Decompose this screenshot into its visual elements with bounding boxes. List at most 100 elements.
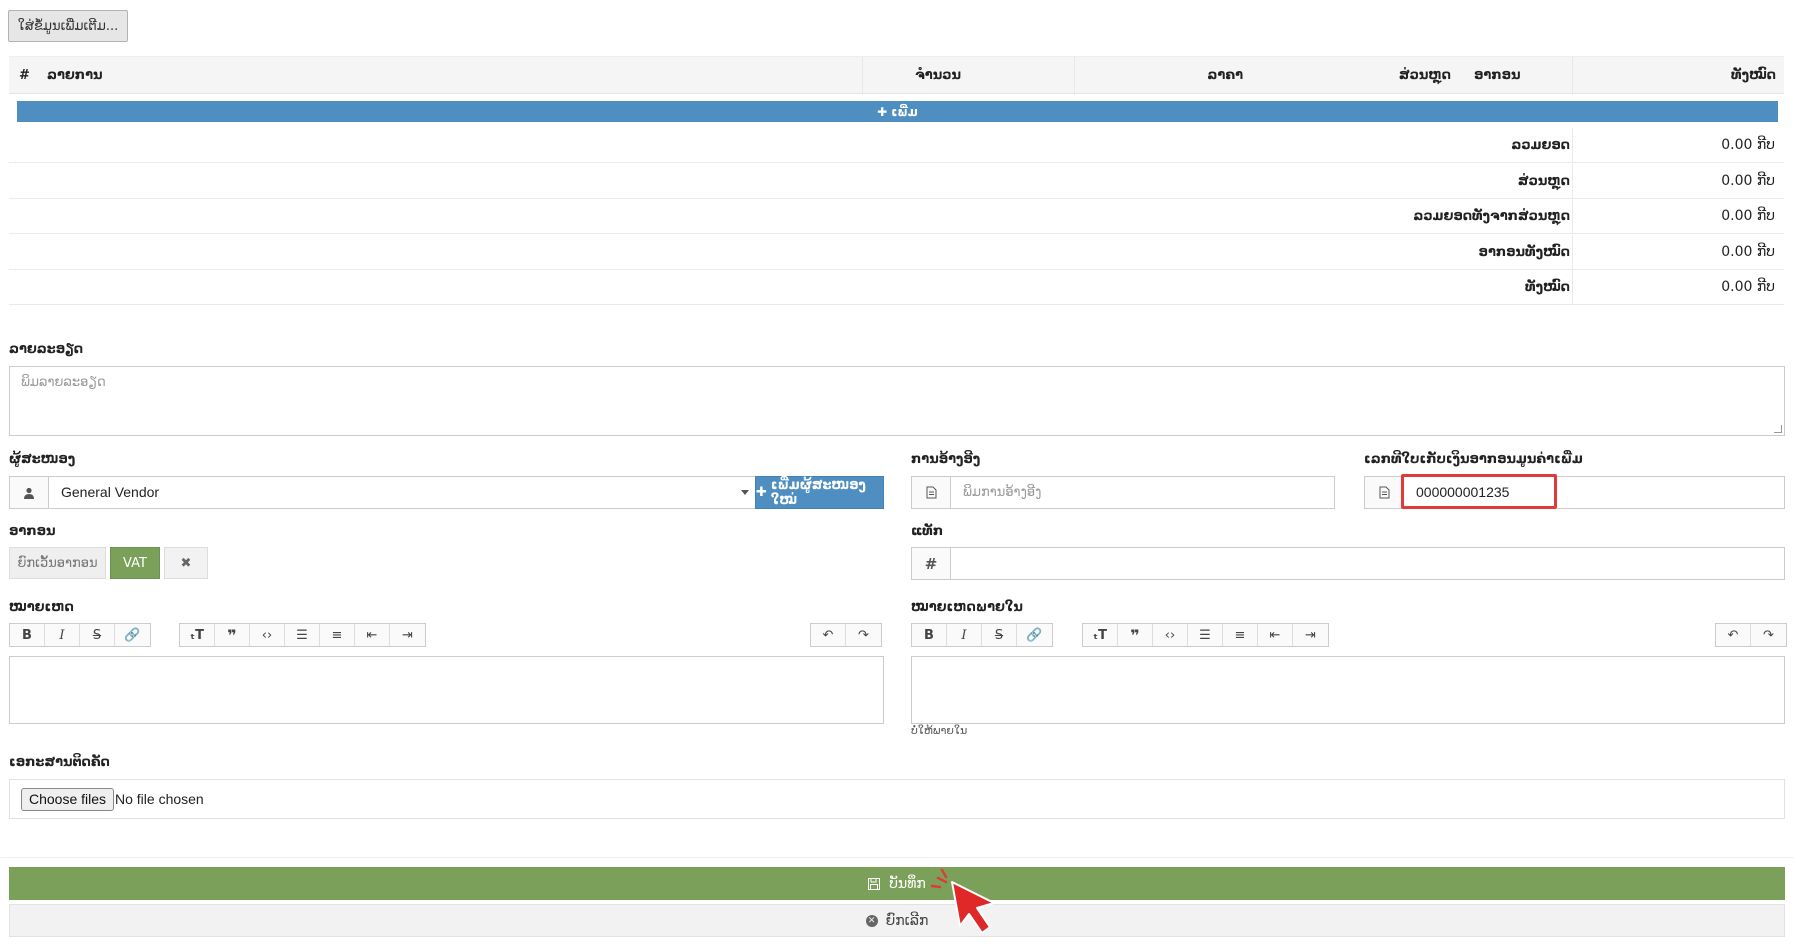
undo-icon[interactable]: ↶ bbox=[1716, 624, 1751, 646]
notes-label: ໝາຍເຫດ bbox=[9, 600, 74, 615]
description-placeholder: ພິມລາຍລະອຽດ bbox=[21, 375, 106, 390]
bullet-list-icon[interactable]: ☰ bbox=[1188, 624, 1223, 646]
clear-tax-button[interactable]: ✖ bbox=[164, 547, 208, 579]
description-label: ລາຍລະອຽດ bbox=[9, 342, 84, 357]
bullet-list-icon[interactable]: ☰ bbox=[285, 624, 320, 646]
strikethrough-icon[interactable]: S bbox=[982, 624, 1017, 646]
choose-files-button[interactable]: Choose files bbox=[21, 788, 115, 811]
redo-icon[interactable]: ↷ bbox=[1751, 624, 1786, 646]
internal-notes-label: ໝາຍເຫດພາຍໃນ bbox=[911, 600, 1023, 615]
add-vendor-label: ເພີ່ມຜູ້ສະໜອງໃໝ່ bbox=[770, 477, 866, 508]
discount-label: ສ່ວນຫຼຸດ bbox=[1517, 174, 1570, 189]
col-number: # bbox=[19, 68, 30, 83]
tax-label: ອາກອນ bbox=[9, 524, 56, 539]
after-discount-value: 0.00 ກີບ bbox=[1721, 208, 1775, 224]
totals-row-discount: ສ່ວນຫຼຸດ 0.00 ກີບ bbox=[9, 164, 1784, 199]
internal-notes-toolbar-blocks: ₜT ❞ ‹› ☰ ≡ ⇤ ⇥ bbox=[1082, 623, 1329, 647]
strikethrough-icon[interactable]: S bbox=[80, 624, 115, 646]
divider bbox=[0, 857, 1794, 858]
totals-row-after-discount: ລວມຍອດທັງຈາກສ່ວນຫຼຸດ 0.00 ກີບ bbox=[9, 199, 1784, 234]
heading-icon[interactable]: ₜT bbox=[1083, 624, 1118, 646]
internal-notes-toolbar-history: ↶ ↷ bbox=[1715, 623, 1787, 647]
totals-row-tax: ອາກອນທັງໝົດ 0.00 ກີບ bbox=[9, 235, 1784, 270]
vat-tax-button[interactable]: VAT bbox=[110, 547, 160, 579]
vat-invoice-label: ເລກທີໃບເກັບເງິນອາກອນມູນຄ່າເພີ່ມ bbox=[1364, 452, 1583, 467]
file-status-text: No file chosen bbox=[115, 791, 204, 807]
save-button[interactable]: ບັນທຶກ bbox=[9, 867, 1785, 900]
add-vendor-button[interactable]: ✚ ເພີ່ມຜູ້ສະໜອງໃໝ່ bbox=[755, 476, 884, 509]
italic-icon[interactable]: I bbox=[45, 624, 80, 646]
code-icon[interactable]: ‹› bbox=[250, 624, 285, 646]
tax-total-label: ອາກອນທັງໝົດ bbox=[1478, 245, 1570, 260]
document-icon bbox=[1364, 476, 1404, 509]
reference-label: ການອ້າງອີງ bbox=[911, 452, 981, 467]
plus-icon: ✚ bbox=[756, 485, 767, 500]
vendor-select[interactable]: General Vendor bbox=[48, 476, 756, 509]
tax-total-value: 0.00 ກີບ bbox=[1721, 244, 1775, 260]
numbered-list-icon[interactable]: ≡ bbox=[320, 624, 355, 646]
italic-icon[interactable]: I bbox=[947, 624, 982, 646]
after-discount-label: ລວມຍອດທັງຈາກສ່ວນຫຼຸດ bbox=[1413, 209, 1570, 224]
grand-total-value: 0.00 ກີບ bbox=[1721, 279, 1775, 295]
indent-icon[interactable]: ⇥ bbox=[390, 624, 425, 646]
col-divider bbox=[862, 57, 863, 95]
col-item: ລາຍການ bbox=[47, 68, 103, 83]
col-discount: ສ່ວນຫຼຸດ bbox=[1398, 68, 1451, 83]
outdent-icon[interactable]: ⇤ bbox=[1258, 624, 1293, 646]
tax-exempt-button[interactable]: ຍົກເວັ້ນອາກອນ bbox=[9, 547, 106, 579]
internal-notes-toolbar-format: B I S 🔗 bbox=[911, 623, 1053, 647]
add-item-button[interactable]: ✚ ເພີ່ມ bbox=[17, 101, 1778, 122]
vendor-label: ຜູ້ສະໜອງ bbox=[9, 452, 76, 467]
totals-row-grand-total: ທັງໝົດ 0.00 ກີບ bbox=[9, 270, 1784, 305]
resize-handle-icon[interactable] bbox=[1774, 425, 1782, 433]
quote-icon[interactable]: ❞ bbox=[215, 624, 250, 646]
col-divider bbox=[1572, 199, 1573, 234]
attachments-label: ເອກະສານຕິດຄັດ bbox=[9, 755, 110, 770]
redo-icon[interactable]: ↷ bbox=[846, 624, 881, 646]
outdent-icon[interactable]: ⇤ bbox=[355, 624, 390, 646]
cancel-label: ຍົກເລີກ bbox=[885, 912, 929, 929]
add-item-label: ເພີ່ມ bbox=[891, 104, 918, 119]
col-total: ທັງໝົດ bbox=[1731, 68, 1776, 83]
notes-toolbar-history: ↶ ↷ bbox=[810, 623, 882, 647]
discount-value: 0.00 ກີບ bbox=[1721, 173, 1775, 189]
indent-icon[interactable]: ⇥ bbox=[1293, 624, 1328, 646]
items-table-header: # ລາຍການ ຈຳນວນ ລາຄາ ສ່ວນຫຼຸດ ອາກອນ ທັງໝົ… bbox=[9, 56, 1784, 95]
reference-input[interactable]: ພິມການອ້າງອີງ bbox=[950, 476, 1335, 509]
hash-icon: # bbox=[911, 547, 951, 580]
document-icon bbox=[911, 476, 951, 509]
totals-row-subtotal: ລວມຍອດ 0.00 ກີບ bbox=[9, 128, 1784, 163]
save-icon bbox=[868, 877, 881, 890]
subtotal-label: ລວມຍອດ bbox=[1511, 138, 1570, 153]
numbered-list-icon[interactable]: ≡ bbox=[1223, 624, 1258, 646]
heading-icon[interactable]: ₜT bbox=[180, 624, 215, 646]
vendor-selected-value: General Vendor bbox=[61, 484, 160, 500]
link-icon[interactable]: 🔗 bbox=[1017, 624, 1052, 646]
notes-toolbar-format: B I S 🔗 bbox=[9, 623, 151, 647]
undo-icon[interactable]: ↶ bbox=[811, 624, 846, 646]
reference-placeholder: ພິມການອ້າງອີງ bbox=[963, 485, 1042, 500]
notes-editor[interactable] bbox=[9, 656, 884, 724]
link-icon[interactable]: 🔗 bbox=[115, 624, 150, 646]
bold-icon[interactable]: B bbox=[912, 624, 947, 646]
col-divider bbox=[1572, 270, 1573, 305]
code-icon[interactable]: ‹› bbox=[1153, 624, 1188, 646]
grand-total-label: ທັງໝົດ bbox=[1525, 280, 1570, 295]
bold-icon[interactable]: B bbox=[10, 624, 45, 646]
col-price: ລາຄາ bbox=[1207, 68, 1243, 83]
more-details-button[interactable]: ໃສ່ຂໍ້ມູນເພີ່ມເຕີມ... bbox=[8, 10, 128, 42]
cancel-circle-icon: ✕ bbox=[865, 914, 878, 927]
notes-toolbar-blocks: ₜT ❞ ‹› ☰ ≡ ⇤ ⇥ bbox=[179, 623, 426, 647]
col-divider bbox=[1572, 235, 1573, 270]
cancel-button[interactable]: ✕ ຍົກເລີກ bbox=[9, 904, 1785, 937]
col-quantity: ຈຳນວນ bbox=[915, 68, 961, 83]
attachments-field: Choose files No file chosen bbox=[9, 779, 1785, 819]
user-icon bbox=[9, 476, 49, 509]
internal-notes-hint: ບໍ່ໃຫ້ພາຍໃນ bbox=[911, 724, 968, 737]
chevron-down-icon[interactable] bbox=[741, 490, 749, 495]
tags-input[interactable] bbox=[950, 547, 1785, 580]
quote-icon[interactable]: ❞ bbox=[1118, 624, 1153, 646]
highlight-box bbox=[1401, 474, 1557, 509]
description-textarea[interactable]: ພິມລາຍລະອຽດ bbox=[9, 366, 1785, 436]
internal-notes-editor[interactable] bbox=[911, 656, 1785, 724]
